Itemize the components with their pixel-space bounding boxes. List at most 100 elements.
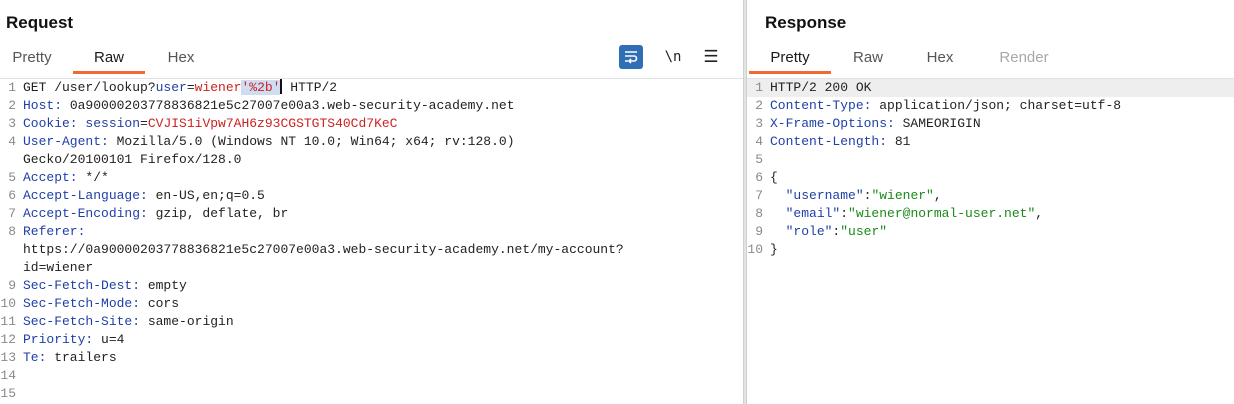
- request-pane: Request Pretty Raw Hex \n ☰ 1 GET /user/l…: [0, 0, 743, 404]
- code-line[interactable]: 9 "role":"user": [747, 223, 1234, 241]
- code-text: Priority: u=4: [23, 331, 124, 349]
- code-text: id=wiener: [23, 259, 93, 277]
- code-token: "user": [840, 224, 888, 239]
- code-line[interactable]: 12 Priority: u=4: [0, 331, 743, 349]
- code-token: cors: [140, 296, 180, 311]
- code-token: 81: [887, 134, 911, 149]
- line-number: 9: [8, 278, 16, 293]
- hamburger-menu-icon[interactable]: ☰: [699, 45, 723, 69]
- code-token: gzip, deflate, br: [147, 206, 289, 221]
- code-line[interactable]: id=wiener: [0, 259, 743, 277]
- word-wrap-icon[interactable]: [619, 45, 643, 69]
- code-token: 0a90000203778836821e5c27007e00a3.web-sec…: [62, 98, 515, 113]
- code-line[interactable]: 7 Accept-Encoding: gzip, deflate, br: [0, 205, 743, 223]
- show-newlines-icon[interactable]: \n: [661, 45, 685, 69]
- code-line[interactable]: 1 HTTP/2 200 OK: [747, 79, 1234, 97]
- line-number: 3: [8, 116, 16, 131]
- code-token: Cookie:: [23, 116, 78, 131]
- code-token: :: [840, 206, 849, 221]
- request-editor[interactable]: 1 GET /user/lookup?user=wiener'%2b' HTTP/…: [0, 78, 743, 404]
- code-line[interactable]: 10 Sec-Fetch-Mode: cors: [0, 295, 743, 313]
- code-text: "username":"wiener",: [770, 187, 942, 205]
- line-number: 8: [755, 206, 763, 221]
- code-text: User-Agent: Mozilla/5.0 (Windows NT 10.0…: [23, 133, 515, 151]
- code-line[interactable]: 13 Te: trailers: [0, 349, 743, 367]
- line-number: 6: [8, 188, 16, 203]
- code-line[interactable]: 10}: [747, 241, 1234, 259]
- code-line[interactable]: 5: [747, 151, 1234, 169]
- code-token: User-Agent:: [23, 134, 109, 149]
- response-tab-hex[interactable]: Hex: [917, 44, 963, 74]
- line-number: 10: [0, 296, 16, 311]
- code-token: ,: [1035, 206, 1044, 221]
- code-line[interactable]: 8 Referer:: [0, 223, 743, 241]
- code-line[interactable]: 4 Content-Length: 81: [747, 133, 1234, 151]
- code-text: Te: trailers: [23, 349, 117, 367]
- code-line[interactable]: 6{: [747, 169, 1234, 187]
- code-token: Te:: [23, 350, 47, 365]
- code-line[interactable]: 8 "email":"wiener@normal-user.net",: [747, 205, 1234, 223]
- code-line[interactable]: 7 "username":"wiener",: [747, 187, 1234, 205]
- line-number: 4: [8, 134, 16, 149]
- line-number: 3: [755, 116, 763, 131]
- code-token: Host:: [23, 98, 63, 113]
- line-number: 10: [747, 242, 763, 257]
- line-number: 6: [755, 170, 763, 185]
- request-tab-hex[interactable]: Hex: [158, 44, 204, 74]
- code-token: en-US,en;q=0.5: [147, 188, 265, 203]
- code-token: CVJIS1iVpw7AH6z93CGSTGTS40Cd7KeC: [147, 116, 398, 131]
- code-token: empty: [140, 278, 187, 293]
- line-number: 11: [0, 314, 16, 329]
- code-text: Accept-Language: en-US,en;q=0.5: [23, 187, 265, 205]
- code-text: "role":"user": [770, 223, 887, 241]
- code-text: Content-Length: 81: [770, 133, 910, 151]
- code-line[interactable]: 14: [0, 367, 743, 385]
- code-token: Sec-Fetch-Dest:: [23, 278, 141, 293]
- code-token: id=wiener: [23, 260, 94, 275]
- code-text: https://0a90000203778836821e5c27007e00a3…: [23, 241, 624, 259]
- code-text: Host: 0a90000203778836821e5c27007e00a3.w…: [23, 97, 515, 115]
- code-token: =: [140, 116, 148, 131]
- code-text: Sec-Fetch-Mode: cors: [23, 295, 179, 313]
- code-line[interactable]: 11 Sec-Fetch-Site: same-origin: [0, 313, 743, 331]
- code-token: HTTP/2 200 OK: [770, 80, 872, 95]
- code-line[interactable]: 1 GET /user/lookup?user=wiener'%2b' HTTP/…: [0, 79, 743, 97]
- code-token: Accept:: [23, 170, 78, 185]
- code-line[interactable]: 6 Accept-Language: en-US,en;q=0.5: [0, 187, 743, 205]
- code-token: =: [186, 80, 195, 95]
- code-token: Sec-Fetch-Mode:: [23, 296, 141, 311]
- code-token: Content-Length:: [770, 134, 888, 149]
- request-tab-pretty[interactable]: Pretty: [4, 44, 60, 74]
- code-line[interactable]: Gecko/20100101 Firefox/128.0: [0, 151, 743, 169]
- line-number: 7: [755, 188, 763, 203]
- response-tab-raw[interactable]: Raw: [843, 44, 893, 74]
- code-line[interactable]: 5 Accept: */*: [0, 169, 743, 187]
- code-text: X-Frame-Options: SAMEORIGIN: [770, 115, 981, 133]
- code-token: Mozilla/5.0 (Windows NT 10.0; Win64; x64…: [108, 134, 515, 149]
- code-token: "username": [785, 188, 864, 203]
- code-line[interactable]: 2 Host: 0a90000203778836821e5c27007e00a3.…: [0, 97, 743, 115]
- line-number: 9: [755, 224, 763, 239]
- code-line[interactable]: 15: [0, 385, 743, 403]
- line-number: 5: [755, 152, 763, 167]
- code-line[interactable]: 2 Content-Type: application/json; charset…: [747, 97, 1234, 115]
- code-token: application/json; charset=utf-8: [871, 98, 1122, 113]
- request-tab-raw[interactable]: Raw: [73, 44, 145, 74]
- code-token: "role": [785, 224, 833, 239]
- code-line[interactable]: 9 Sec-Fetch-Dest: empty: [0, 277, 743, 295]
- code-token: "wiener": [871, 188, 934, 203]
- code-token: '%2b': [241, 80, 281, 95]
- code-text: Accept: */*: [23, 169, 109, 187]
- code-text: Content-Type: application/json; charset=…: [770, 97, 1121, 115]
- response-editor[interactable]: 1 HTTP/2 200 OK 2 Content-Type: application…: [747, 78, 1234, 404]
- code-line[interactable]: 3 Cookie: session=CVJIS1iVpw7AH6z93CGSTGT…: [0, 115, 743, 133]
- code-line[interactable]: 4 User-Agent: Mozilla/5.0 (Windows NT 10.…: [0, 133, 743, 151]
- line-number: 12: [0, 332, 16, 347]
- code-token: SAMEORIGIN: [894, 116, 981, 131]
- code-line[interactable]: https://0a90000203778836821e5c27007e00a3…: [0, 241, 743, 259]
- response-tab-pretty[interactable]: Pretty: [749, 44, 831, 74]
- code-token: https://0a90000203778836821e5c27007e00a3…: [23, 242, 624, 257]
- code-line[interactable]: 3 X-Frame-Options: SAMEORIGIN: [747, 115, 1234, 133]
